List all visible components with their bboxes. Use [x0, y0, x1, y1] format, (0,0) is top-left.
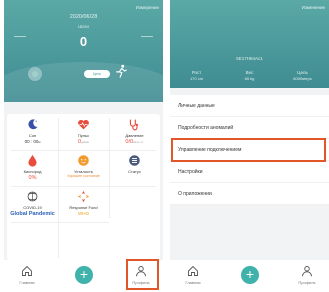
fatigue-tile[interactable]: Усталость Хорошее состояние — [58, 150, 109, 186]
tile-label: Response Fund — [69, 205, 98, 210]
tile-value: Global Pandemic — [10, 211, 55, 217]
bottom-nav: Главная + Профиль — [4, 260, 163, 292]
steps-value: 0 — [79, 34, 88, 49]
menu-anomaly-details[interactable]: Подробности аномалий — [170, 117, 329, 139]
bottom-nav: Главная + Профиль — [170, 260, 329, 292]
status-tile[interactable]: Статус — [109, 150, 160, 186]
steps-label: Шаги — [78, 24, 89, 29]
stat-value: 65 kg — [244, 76, 255, 81]
profile-header: Изменение 5E17H84Ac1 Рост 170 cm Вес 65 … — [170, 0, 329, 88]
home-icon — [22, 265, 32, 276]
add-button[interactable]: + — [241, 266, 259, 284]
menu-personal-data[interactable]: Личные данные — [170, 95, 329, 117]
tile-value: WHO — [78, 211, 89, 216]
menu-about[interactable]: О приложении — [170, 183, 329, 205]
goal-button[interactable]: Цель — [84, 70, 110, 78]
nav-profile[interactable]: Профиль — [126, 260, 156, 292]
tile-label: Сон — [28, 133, 37, 138]
tile-value: 0% — [28, 175, 37, 181]
nav-label: Профиль — [132, 280, 150, 285]
nav-home[interactable]: Главная — [178, 260, 208, 292]
profile-screen: Изменение 5E17H84Ac1 Рост 170 cm Вес 65 … — [170, 0, 329, 292]
tile-value: 0уд/мин — [78, 139, 89, 145]
device-id: 5E17H84Ac1 — [236, 56, 263, 61]
covid-tile[interactable]: COVID-19 Global Pandemic — [7, 186, 58, 222]
runner-icon — [116, 64, 127, 78]
tile-label: COVID-19 — [23, 205, 42, 210]
stat-height: Рост 170 cm — [170, 70, 223, 81]
tile-label: Давление — [125, 133, 144, 138]
response-fund-tile[interactable]: Response Fund WHO — [58, 186, 109, 222]
stat-goal: Цель 8000steps — [276, 70, 329, 81]
home-screen: Измерение 2020/06/28 Шаги 0 Цель Сон 00 … — [4, 0, 163, 292]
heart-rate-tile[interactable]: Пульс 0уд/мин — [58, 114, 109, 150]
date-label: 2020/06/28 — [69, 14, 98, 20]
nav-label: Профиль — [298, 280, 316, 285]
home-icon — [188, 265, 198, 276]
person-icon — [302, 266, 312, 277]
measure-link[interactable]: Измерение — [136, 5, 159, 10]
person-icon — [136, 266, 146, 277]
nav-home[interactable]: Главная — [12, 260, 42, 292]
tile-label: Кислород — [23, 169, 42, 174]
nav-label: Главная — [185, 280, 201, 285]
progress-bubble-icon — [28, 67, 42, 81]
tile-label: Пульс — [77, 133, 90, 138]
nav-profile[interactable]: Профиль — [292, 260, 322, 292]
moon-icon — [28, 119, 38, 130]
blood-pressure-tile[interactable]: Давление 0/0мм рт. ст. — [109, 114, 160, 150]
stat-label: Цель — [297, 70, 308, 75]
stat-label: Рост — [191, 70, 202, 75]
stat-value: 170 cm — [189, 76, 204, 81]
oxygen-tile[interactable]: Кислород 0% — [7, 150, 58, 186]
edit-link[interactable]: Изменение — [302, 5, 325, 10]
heart-pulse-icon — [78, 119, 89, 130]
stethoscope-icon — [129, 119, 139, 131]
menu-connection-management[interactable]: Управление подключением — [170, 139, 329, 161]
status-icon — [129, 155, 140, 166]
oxygen-drop-icon — [28, 154, 37, 167]
fatigue-face-icon — [78, 155, 89, 166]
stat-weight: Вес 65 kg — [223, 70, 276, 81]
settings-menu: Личные данные Подробности аномалий Управ… — [170, 95, 329, 205]
stat-value: 8000steps — [293, 76, 312, 81]
tile-value: 0/0мм рт. ст. — [125, 139, 144, 145]
tile-value: Хорошее состояние — [67, 174, 100, 178]
health-grid: Сон 00 : 00м Пульс 0уд/мин Давление 0/0м… — [7, 114, 160, 260]
menu-settings[interactable]: Настройки — [170, 161, 329, 183]
add-button[interactable]: + — [75, 266, 93, 284]
header-decoration — [4, 62, 163, 102]
tile-label: Статус — [128, 169, 141, 174]
stat-label: Вес — [245, 70, 254, 75]
steps-header: Измерение 2020/06/28 Шаги 0 Цель — [4, 0, 163, 102]
nav-label: Главная — [19, 280, 35, 285]
sleep-tile[interactable]: Сон 00 : 00м — [7, 114, 58, 150]
tile-value: 00 : 00м — [24, 139, 41, 144]
covid-icon — [27, 191, 38, 202]
response-fund-icon — [77, 190, 90, 203]
